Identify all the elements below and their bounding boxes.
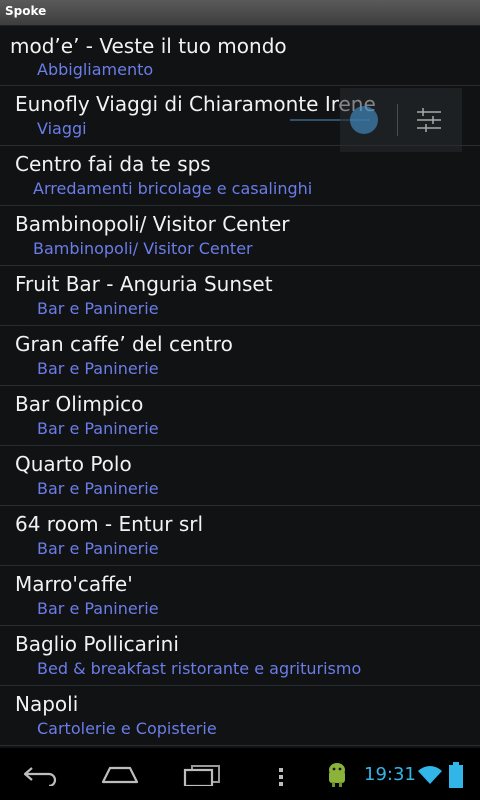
item-name: mod’e’ - Veste il tuo mondo <box>10 34 287 58</box>
app-title: Spoke <box>5 4 47 18</box>
home-icon[interactable] <box>100 762 140 790</box>
item-category: Bar e Paninerie <box>37 299 159 318</box>
business-list[interactable]: mod’e’ - Veste il tuo mondo Abbigliament… <box>0 26 480 748</box>
item-name: Eunofly Viaggi di Chiaramonte Irene <box>15 92 376 116</box>
status-clock: 19:31 <box>364 764 416 785</box>
list-item[interactable]: 64 room - Entur srl Bar e Paninerie <box>0 506 480 566</box>
item-category: Bar e Paninerie <box>37 419 159 438</box>
list-item[interactable]: Napoli Cartolerie e Copisterie <box>0 686 480 746</box>
list-item[interactable]: Marro'caffe' Bar e Paninerie <box>0 566 480 626</box>
item-category: Bambinopoli/ Visitor Center <box>33 239 253 258</box>
wifi-icon <box>418 766 442 788</box>
item-name: Quarto Polo <box>15 452 132 476</box>
list-item[interactable]: Fruit Bar - Anguria Sunset Bar e Paniner… <box>0 266 480 326</box>
item-category: Cartolerie e Copisterie <box>37 719 217 738</box>
battery-icon <box>449 762 463 792</box>
item-category: Bar e Paninerie <box>37 359 159 378</box>
item-name: Fruit Bar - Anguria Sunset <box>15 272 273 296</box>
list-item[interactable]: Baglio Pollicarini Bed & breakfast risto… <box>0 626 480 686</box>
item-category: Arredamenti bricolage e casalinghi <box>33 179 313 198</box>
item-category: Bar e Paninerie <box>37 479 159 498</box>
list-item[interactable]: Eunofly Viaggi di Chiaramonte Irene Viag… <box>0 86 480 146</box>
item-name: Centro fai da te sps <box>15 152 211 176</box>
item-category: Abbigliamento <box>37 60 154 79</box>
list-item[interactable]: Quarto Polo Bar e Paninerie <box>0 446 480 506</box>
back-icon[interactable] <box>22 762 58 790</box>
android-notification-icon[interactable] <box>326 762 348 792</box>
list-item[interactable]: mod’e’ - Veste il tuo mondo Abbigliament… <box>0 26 480 86</box>
list-item[interactable]: Centro fai da te sps Arredamenti bricola… <box>0 146 480 206</box>
item-category: Bed & breakfast ristorante e agriturismo <box>37 659 362 678</box>
item-name: Baglio Pollicarini <box>15 632 179 656</box>
item-name: Marro'caffe' <box>15 572 133 596</box>
item-name: Bambinopoli/ Visitor Center <box>15 212 290 236</box>
recent-apps-icon[interactable] <box>182 762 222 790</box>
item-name: 64 room - Entur srl <box>15 512 204 536</box>
item-category: Bar e Paninerie <box>37 539 159 558</box>
item-name: Napoli <box>15 692 79 716</box>
menu-icon[interactable] <box>278 768 284 790</box>
item-category: Viaggi <box>37 119 87 138</box>
list-item[interactable]: Bar Olimpico Bar e Paninerie <box>0 386 480 446</box>
title-bar: Spoke <box>0 0 480 26</box>
list-item[interactable]: Bambinopoli/ Visitor Center Bambinopoli/… <box>0 206 480 266</box>
item-name: Bar Olimpico <box>15 392 144 416</box>
list-item[interactable]: Gran caffe’ del centro Bar e Paninerie <box>0 326 480 386</box>
item-name: Gran caffe’ del centro <box>15 332 233 356</box>
item-category: Bar e Paninerie <box>37 599 159 618</box>
